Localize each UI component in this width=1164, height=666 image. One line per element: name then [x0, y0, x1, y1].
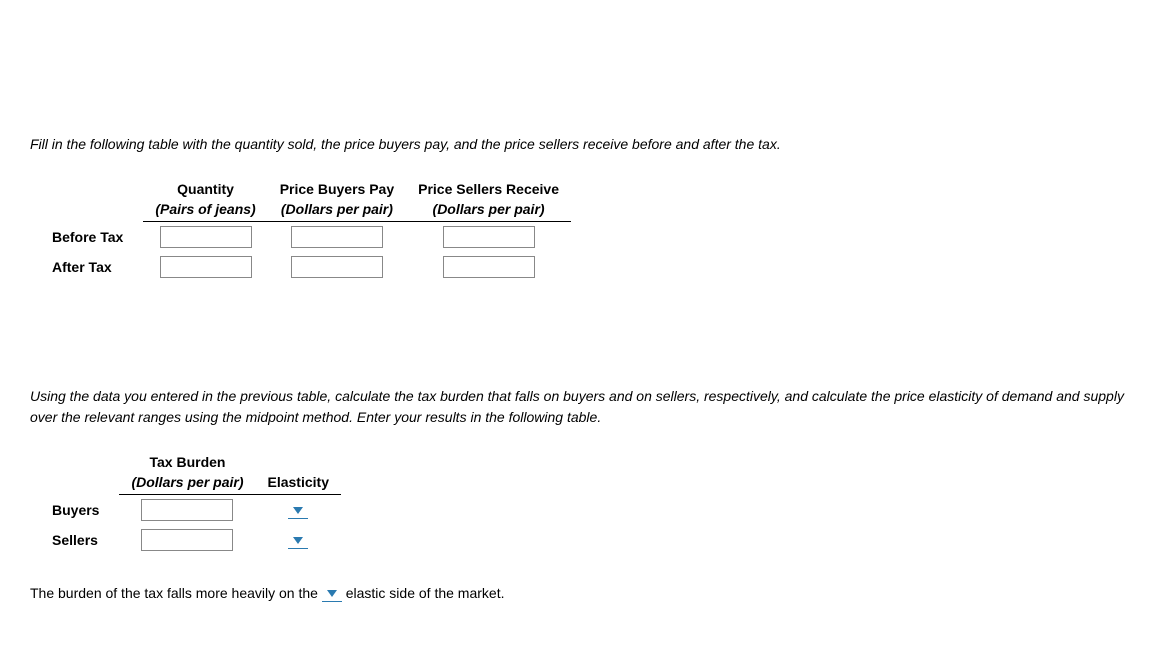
chevron-down-icon	[292, 505, 304, 515]
input-before-price-buyers[interactable]	[291, 226, 383, 248]
row-after-tax-label: After Tax	[40, 252, 143, 282]
chevron-down-icon	[326, 588, 338, 598]
col-price-buyers-header: Price Buyers Pay	[268, 179, 406, 199]
input-before-price-sellers[interactable]	[443, 226, 535, 248]
row-sellers-label: Sellers	[40, 525, 119, 555]
final-post-text: elastic side of the market.	[342, 585, 505, 601]
row-buyers-label: Buyers	[40, 495, 119, 526]
instruction-2: Using the data you entered in the previo…	[30, 386, 1134, 428]
col-price-buyers-subheader: (Dollars per pair)	[268, 199, 406, 222]
col-price-sellers-subheader: (Dollars per pair)	[406, 199, 571, 222]
col-price-sellers-header: Price Sellers Receive	[406, 179, 571, 199]
table-tax-burden: Tax Burden (Dollars per pair) Elasticity…	[40, 452, 341, 555]
dropdown-sellers-elasticity[interactable]	[288, 533, 308, 549]
final-sentence: The burden of the tax falls more heavily…	[30, 585, 1134, 602]
input-after-price-sellers[interactable]	[443, 256, 535, 278]
dropdown-elastic-side[interactable]	[322, 586, 342, 602]
col-quantity-header: Quantity	[143, 179, 267, 199]
table-before-after-tax: Quantity Price Buyers Pay Price Sellers …	[40, 179, 571, 282]
col-tax-burden-subheader: (Dollars per pair)	[119, 472, 255, 495]
dropdown-buyers-elasticity[interactable]	[288, 503, 308, 519]
row-before-tax-label: Before Tax	[40, 222, 143, 253]
input-before-quantity[interactable]	[160, 226, 252, 248]
col-quantity-subheader: (Pairs of jeans)	[143, 199, 267, 222]
col-tax-burden-header: Tax Burden	[119, 452, 255, 472]
col-elasticity-header: Elasticity	[256, 472, 341, 495]
table-row: After Tax	[40, 252, 571, 282]
final-pre-text: The burden of the tax falls more heavily…	[30, 585, 322, 601]
table-row: Before Tax	[40, 222, 571, 253]
table-row: Buyers	[40, 495, 341, 526]
table-row: Sellers	[40, 525, 341, 555]
input-buyers-tax-burden[interactable]	[141, 499, 233, 521]
input-after-price-buyers[interactable]	[291, 256, 383, 278]
chevron-down-icon	[292, 535, 304, 545]
input-sellers-tax-burden[interactable]	[141, 529, 233, 551]
input-after-quantity[interactable]	[160, 256, 252, 278]
instruction-1: Fill in the following table with the qua…	[30, 134, 1134, 155]
